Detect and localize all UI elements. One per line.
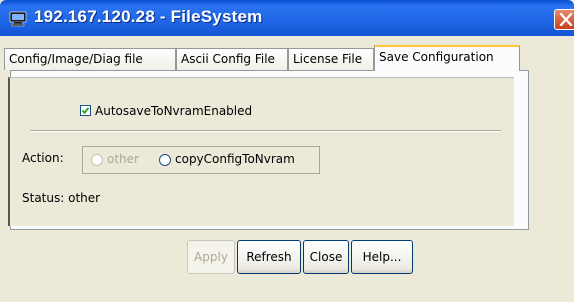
radio-copy-config-to-nvram[interactable] <box>159 154 171 166</box>
window-title: 192.167.120.28 - FileSystem <box>34 7 263 26</box>
status-value: other <box>68 191 101 205</box>
action-radio-group: other copyConfigToNvram <box>82 146 320 174</box>
status-label: Status: <box>22 191 65 205</box>
autosave-checkbox[interactable] <box>80 105 91 116</box>
radio-copy-config-to-nvram-label[interactable]: copyConfigToNvram <box>175 152 295 166</box>
autosave-row: AutosaveToNvramEnabled <box>80 103 252 119</box>
radio-other-label: other <box>107 152 139 166</box>
close-window-button[interactable] <box>554 9 574 30</box>
tab-save-configuration[interactable]: Save Configuration <box>374 45 520 71</box>
filesystem-window: 192.167.120.28 - FileSystem Config/Image… <box>0 0 574 302</box>
status-row: Status: other <box>22 191 100 205</box>
refresh-button[interactable]: Refresh <box>237 240 301 274</box>
checkmark-icon <box>81 107 90 115</box>
tab-ascii-config-file[interactable]: Ascii Config File <box>176 48 288 70</box>
help-button[interactable]: Help... <box>351 240 413 274</box>
action-label: Action: <box>22 151 64 165</box>
tab-config-image-diag[interactable]: Config/Image/Diag file <box>4 48 176 70</box>
separator <box>30 130 501 132</box>
autosave-label: AutosaveToNvramEnabled <box>95 103 253 118</box>
tab-strip: Config/Image/Diag file Ascii Config File… <box>4 45 564 71</box>
radio-other <box>91 154 103 166</box>
title-bar[interactable]: 192.167.120.28 - FileSystem <box>0 0 574 36</box>
computer-icon <box>8 8 28 28</box>
tab-license-file[interactable]: License File <box>288 48 374 70</box>
close-button[interactable]: Close <box>303 240 349 274</box>
apply-button[interactable]: Apply <box>187 240 235 274</box>
